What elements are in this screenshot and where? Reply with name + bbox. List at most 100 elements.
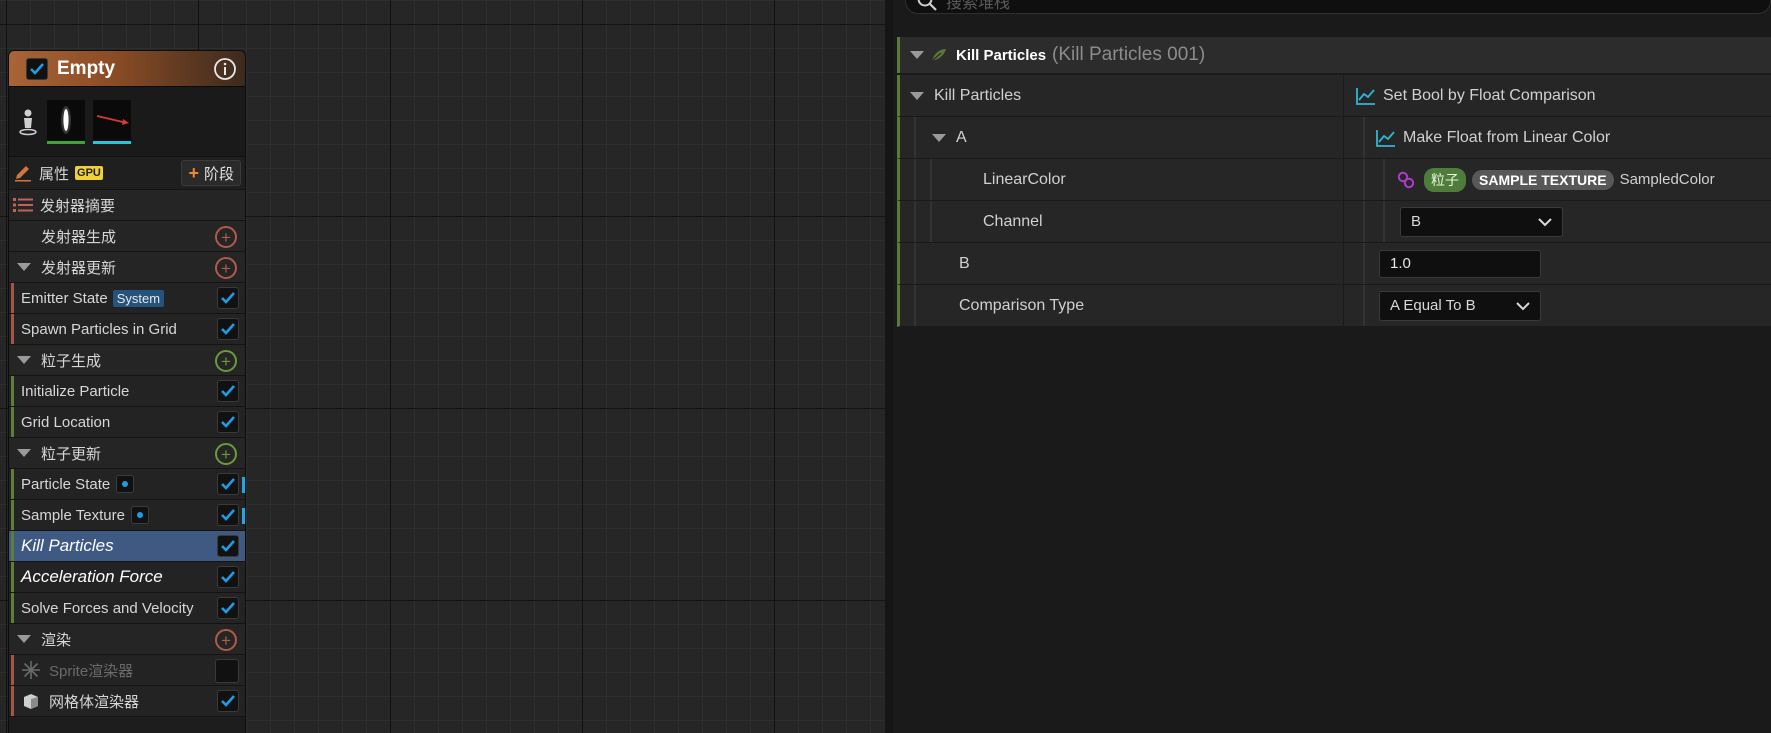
- person-icon[interactable]: [17, 107, 39, 137]
- property-name[interactable]: Kill Particles: [910, 87, 1021, 105]
- indent-guide: [914, 243, 916, 284]
- module-enable-checkbox[interactable]: [217, 411, 239, 433]
- module-label: 网格体渲染器: [49, 693, 140, 711]
- dynamic-input-value[interactable]: Make Float from Linear Color: [1375, 128, 1610, 148]
- module-sample-texture[interactable]: Sample Texture: [9, 500, 245, 531]
- search-icon: [917, 0, 937, 11]
- collapse-triangle-icon[interactable]: [910, 91, 924, 100]
- property-name[interactable]: A: [932, 129, 967, 147]
- particle-spawn-section[interactable]: 粒子生成 +: [9, 345, 245, 376]
- property-label: LinearColor: [983, 170, 1066, 188]
- column-divider: [1343, 243, 1344, 284]
- module-initialize-particle[interactable]: Initialize Particle: [9, 376, 245, 407]
- render-section[interactable]: 渲染 +: [9, 624, 245, 655]
- system-tag: System: [112, 289, 165, 307]
- emitter-spawn-section[interactable]: 发射器生成 +: [9, 221, 245, 252]
- collapse-triangle-icon[interactable]: [17, 263, 31, 271]
- spawn-preview-thumbnail[interactable]: [47, 99, 85, 144]
- particle-spawn-label: 粒子生成: [41, 352, 102, 370]
- property-row-b[interactable]: B 1.0: [897, 243, 1771, 285]
- channel-value[interactable]: B: [1400, 206, 1563, 237]
- add-stage-button[interactable]: + 阶段: [181, 160, 241, 186]
- module-enable-checkbox[interactable]: [217, 318, 239, 340]
- module-emitter-state[interactable]: Emitter State System: [9, 283, 245, 314]
- column-divider: [1343, 75, 1344, 116]
- properties-label[interactable]: 属性: [39, 163, 69, 184]
- module-enable-checkbox[interactable]: [217, 535, 239, 557]
- module-enable-checkbox[interactable]: [217, 597, 239, 619]
- graph-canvas[interactable]: Empty 属性 GPU + 阶段 发射器摘要 发射器生成 + 发射器更新 + …: [0, 0, 885, 733]
- emitter-enable-checkbox[interactable]: [26, 57, 48, 80]
- property-name[interactable]: Comparison Type: [959, 297, 1084, 315]
- add-module-button[interactable]: +: [215, 226, 237, 248]
- renderer-enable-checkbox[interactable]: [217, 690, 239, 712]
- property-row-linear-color[interactable]: LinearColor 粒子 SAMPLE TEXTURE SampledCol…: [897, 159, 1771, 201]
- link-icon: [1397, 171, 1415, 188]
- emitter-thumbnails: [9, 87, 245, 157]
- collapse-triangle-icon[interactable]: [17, 635, 31, 643]
- module-kill-particles[interactable]: Kill Particles: [9, 531, 245, 562]
- list-icon: [13, 198, 33, 212]
- module-header[interactable]: Kill Particles (Kill Particles 001): [897, 37, 1771, 73]
- value-label: Set Bool by Float Comparison: [1383, 86, 1596, 104]
- emitter-node[interactable]: Empty 属性 GPU + 阶段 发射器摘要 发射器生成 + 发射器更新 + …: [8, 50, 246, 733]
- value-label: Make Float from Linear Color: [1403, 128, 1611, 146]
- velocity-preview-thumbnail[interactable]: [93, 99, 131, 144]
- add-module-button[interactable]: +: [215, 443, 237, 465]
- collapse-triangle-icon[interactable]: [17, 356, 31, 364]
- module-label: Kill Particles: [21, 536, 114, 555]
- module-enable-checkbox[interactable]: [217, 473, 239, 495]
- emitter-toolbar: 属性 GPU + 阶段: [9, 157, 245, 190]
- module-label: Particle State: [21, 475, 111, 493]
- comparison-value[interactable]: A Equal To B: [1379, 290, 1541, 321]
- add-module-button[interactable]: +: [215, 350, 237, 372]
- emitter-node-header[interactable]: Empty: [9, 51, 245, 87]
- module-enable-checkbox[interactable]: [217, 287, 239, 309]
- module-particle-state[interactable]: Particle State: [9, 469, 245, 500]
- property-row-channel[interactable]: Channel B: [897, 201, 1771, 243]
- module-enable-checkbox[interactable]: [217, 566, 239, 588]
- module-grid-location[interactable]: Grid Location: [9, 407, 245, 438]
- info-icon[interactable]: [213, 57, 237, 81]
- property-row-comparison-type[interactable]: Comparison Type A Equal To B: [897, 285, 1771, 327]
- indent-guide: [1383, 159, 1385, 200]
- module-spawn-particles-in-grid[interactable]: Spawn Particles in Grid: [9, 314, 245, 345]
- property-name[interactable]: B: [959, 255, 970, 273]
- renderer-sprite[interactable]: Sprite渲染器: [9, 655, 245, 686]
- panel-splitter[interactable]: [885, 0, 893, 733]
- b-value[interactable]: 1.0: [1379, 249, 1541, 278]
- comparison-type-dropdown[interactable]: A Equal To B: [1379, 290, 1541, 321]
- emitter-title: Empty: [57, 57, 116, 79]
- property-name[interactable]: Channel: [983, 213, 1043, 231]
- channel-dropdown[interactable]: B: [1400, 206, 1563, 237]
- module-enable-checkbox[interactable]: [217, 380, 239, 402]
- module-label: Emitter State: [21, 289, 108, 307]
- emitter-update-section[interactable]: 发射器更新 +: [9, 252, 245, 283]
- linked-attribute-value[interactable]: 粒子 SAMPLE TEXTURE SampledColor: [1396, 167, 1715, 192]
- chevron-down-icon: [1516, 301, 1530, 310]
- module-solve-forces[interactable]: Solve Forces and Velocity: [9, 593, 245, 624]
- b-number-input[interactable]: 1.0: [1379, 249, 1541, 278]
- module-enable-checkbox[interactable]: [217, 504, 239, 526]
- add-renderer-button[interactable]: +: [215, 629, 237, 651]
- property-label: Kill Particles: [934, 86, 1022, 104]
- collapse-triangle-icon[interactable]: [17, 449, 31, 457]
- property-row-kill-particles[interactable]: Kill Particles Set Bool by Float Compari…: [897, 75, 1771, 117]
- dynamic-input-value[interactable]: Set Bool by Float Comparison: [1355, 86, 1596, 106]
- collapse-triangle-icon[interactable]: [932, 133, 946, 142]
- pencil-icon[interactable]: [13, 163, 33, 183]
- property-row-a[interactable]: A Make Float from Linear Color: [897, 117, 1771, 159]
- renderer-enable-checkbox[interactable]: [215, 659, 239, 683]
- renderer-mesh[interactable]: 网格体渲染器: [9, 686, 245, 717]
- add-module-button[interactable]: +: [215, 257, 237, 279]
- stack-search-input[interactable]: 搜索堆栈: [905, 0, 1771, 14]
- module-label: Initialize Particle: [21, 382, 130, 400]
- column-divider: [1343, 117, 1344, 158]
- module-acceleration-force[interactable]: Acceleration Force: [9, 562, 245, 593]
- indent-guide: [930, 159, 932, 200]
- property-name[interactable]: LinearColor: [983, 171, 1066, 189]
- column-divider: [1343, 285, 1344, 326]
- particle-update-section[interactable]: 粒子更新 +: [9, 438, 245, 469]
- emitter-summary-row[interactable]: 发射器摘要: [9, 190, 245, 221]
- collapse-triangle-icon[interactable]: [910, 51, 924, 59]
